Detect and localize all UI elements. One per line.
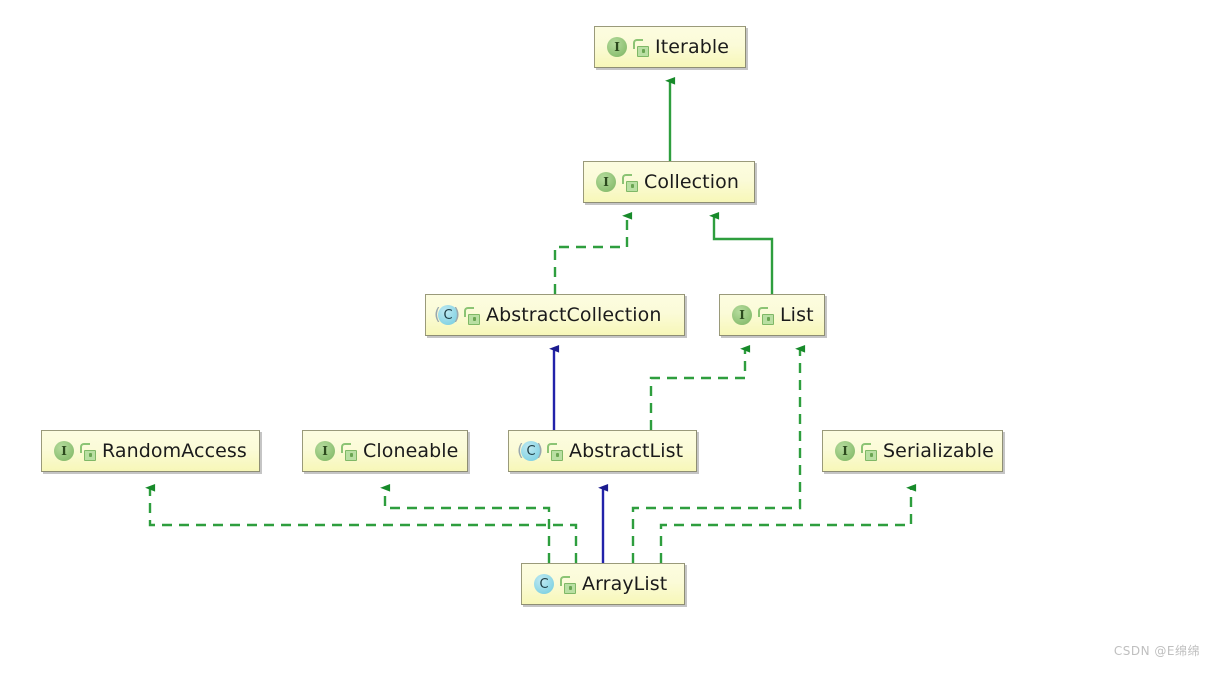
node-abstractlist[interactable]: ( C ) AbstractList [508, 430, 697, 472]
abstract-class-icon: ( C ) [517, 439, 543, 463]
interface-badge: I [596, 172, 616, 192]
class-icon: C [531, 572, 555, 596]
unlocked-padlock-icon [757, 306, 774, 325]
unlocked-padlock-icon [546, 442, 563, 461]
edge-abstractlist-implements-list [649, 344, 751, 430]
interface-badge: I [607, 37, 627, 57]
node-label: List [780, 304, 814, 326]
unlocked-padlock-icon [621, 173, 638, 192]
node-label: AbstractList [569, 440, 684, 462]
node-iterable[interactable]: I Iterable [594, 26, 746, 68]
edge-abstractcollection-implements-collection [553, 211, 633, 294]
interface-badge: I [54, 441, 74, 461]
interface-icon: I [51, 439, 75, 463]
interface-badge: I [315, 441, 335, 461]
unlocked-padlock-icon [559, 575, 576, 594]
abstract-class-icon: ( C ) [434, 303, 460, 327]
interface-badge: I [835, 441, 855, 461]
watermark: CSDN @E绵绵 [1113, 644, 1200, 658]
edge-arraylist-implements-serializable [659, 483, 917, 563]
uml-class-diagram: Iterable (solid green, extends) --> Coll… [0, 0, 1214, 673]
interface-icon: I [593, 170, 617, 194]
node-label: RandomAccess [102, 440, 247, 462]
edge-arraylist-implements-randomaccess [145, 483, 578, 563]
unlocked-padlock-icon [632, 38, 649, 57]
node-abstractcollection[interactable]: ( C ) AbstractCollection [425, 294, 685, 336]
node-label: ArrayList [582, 573, 668, 595]
node-arraylist[interactable]: C ArrayList [521, 563, 685, 605]
interface-icon: I [729, 303, 753, 327]
node-label: Collection [644, 171, 739, 193]
interface-icon: I [604, 35, 628, 59]
node-list[interactable]: I List [719, 294, 825, 336]
interface-badge: I [732, 305, 752, 325]
node-randomaccess[interactable]: I RandomAccess [41, 430, 260, 472]
interface-icon: I [832, 439, 856, 463]
unlocked-padlock-icon [79, 442, 96, 461]
node-label: Cloneable [363, 440, 459, 462]
node-label: Serializable [883, 440, 994, 462]
unlocked-padlock-icon [463, 306, 480, 325]
node-collection[interactable]: I Collection [583, 161, 755, 203]
node-serializable[interactable]: I Serializable [822, 430, 1003, 472]
node-label: AbstractCollection [486, 304, 662, 326]
node-label: Iterable [655, 36, 730, 58]
unlocked-padlock-icon [340, 442, 357, 461]
class-badge: C [534, 574, 554, 594]
unlocked-padlock-icon [860, 442, 877, 461]
interface-icon: I [312, 439, 336, 463]
edge-list-extends-collection [709, 211, 774, 294]
node-cloneable[interactable]: I Cloneable [302, 430, 468, 472]
